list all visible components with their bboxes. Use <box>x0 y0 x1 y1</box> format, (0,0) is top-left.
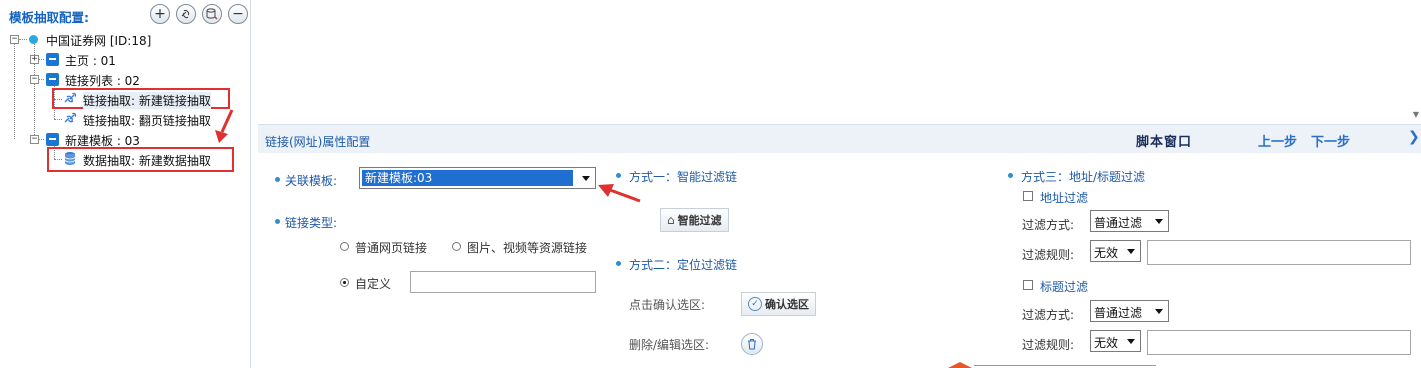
confirm-region-btn-label: 确认选区 <box>765 298 809 311</box>
title-filter-rule-value: 无效 <box>1094 336 1119 350</box>
radio-custom[interactable] <box>340 278 349 287</box>
add-link-extract-button[interactable] <box>176 4 196 24</box>
confirm-region-label: 点击确认选区: <box>629 298 706 312</box>
bullet-icon <box>616 173 621 178</box>
chevron-down-icon <box>582 176 590 181</box>
check-icon: ✓ <box>748 297 762 311</box>
tree-node-page-link-extract[interactable]: 链接抽取: 翻页链接抽取 <box>83 112 211 129</box>
link-attribute-form: 关联模板: 新建模板:03 链接类型: 普通网页链接 图片、视频等资源链接 自定… <box>258 153 1421 368</box>
collapse-chevron-icon[interactable]: ❯ <box>1408 129 1420 145</box>
section-header: 链接(网址)属性配置 脚本窗口 上一步 下一步 ❯ <box>258 124 1421 153</box>
title-filter-mode-label: 过滤方式: <box>1022 308 1075 322</box>
assoc-template-value: 新建模板:03 <box>362 170 573 186</box>
link-type-label: 链接类型: <box>285 216 338 230</box>
tree-node-new-data-extract[interactable]: 数据抽取: 新建数据抽取 <box>83 152 211 169</box>
address-filter-rule-select[interactable]: 无效 <box>1090 240 1141 262</box>
tree-node-link-list[interactable]: 链接列表 : 02 <box>65 72 140 89</box>
page-icon <box>46 73 59 86</box>
link-icon <box>64 112 77 123</box>
title-filter-label: 标题过滤 <box>1040 280 1089 294</box>
radio-normal-link-label: 普通网页链接 <box>355 241 428 255</box>
script-window-button[interactable]: 脚本窗口 <box>1136 131 1192 150</box>
address-filter-checkbox[interactable] <box>1023 191 1033 201</box>
annotation-arrow-icon <box>948 362 972 368</box>
chevron-down-icon <box>1127 249 1135 254</box>
section-title: 链接(网址)属性配置 <box>265 135 371 149</box>
title-filter-mode-select[interactable]: 普通过滤 <box>1090 300 1169 322</box>
delete-region-button[interactable] <box>741 333 763 355</box>
address-filter-rule-input[interactable] <box>1147 240 1411 265</box>
assoc-template-label: 关联模板: <box>285 174 338 188</box>
next-step-button[interactable]: 下一步 <box>1311 131 1350 150</box>
smart-filter-label: 智能过滤 <box>677 214 722 227</box>
chevron-down-icon <box>1155 309 1163 314</box>
address-filter-label: 地址过滤 <box>1040 191 1089 205</box>
add-node-button[interactable]: + <box>150 4 170 24</box>
radio-custom-label: 自定义 <box>355 277 392 291</box>
database-icon <box>64 152 76 165</box>
smart-filter-button[interactable]: ⌂ 智能过滤 <box>660 208 729 232</box>
title-filter-rule-select[interactable]: 无效 <box>1090 330 1141 352</box>
address-filter-mode-select[interactable]: 普通过滤 <box>1090 210 1169 232</box>
add-data-extract-button[interactable] <box>202 4 222 24</box>
tree-collapse-toggle[interactable]: − <box>30 75 39 84</box>
database-add-icon <box>206 8 218 20</box>
tree-collapse-toggle[interactable]: − <box>30 135 39 144</box>
tree-root[interactable]: 中国证券网 [ID:18] <box>46 32 151 49</box>
tree-collapse-toggle[interactable]: − <box>10 35 19 44</box>
preview-area: ▼ <box>251 0 1421 123</box>
address-filter-mode-value: 普通过滤 <box>1094 216 1143 230</box>
page-icon <box>46 53 59 66</box>
trash-icon <box>748 339 756 350</box>
confirm-region-button[interactable]: ✓ 确认选区 <box>741 292 816 316</box>
home-icon: ⌂ <box>667 213 675 227</box>
radio-resource-link[interactable] <box>452 242 461 251</box>
tree-node-home[interactable]: 主页 : 01 <box>65 52 116 69</box>
assoc-template-select[interactable]: 新建模板:03 <box>359 167 596 189</box>
address-filter-rule-label: 过滤规则: <box>1022 248 1075 262</box>
prev-step-button[interactable]: 上一步 <box>1258 131 1297 150</box>
title-filter-rule-input[interactable] <box>1147 330 1411 355</box>
title-filter-rule-label: 过滤规则: <box>1022 338 1075 352</box>
minus-icon: − <box>232 6 244 22</box>
radio-normal-link[interactable] <box>340 242 349 251</box>
bullet-icon <box>616 261 621 266</box>
divider <box>974 365 1156 366</box>
page-icon <box>46 133 59 146</box>
title-filter-mode-value: 普通过滤 <box>1094 306 1143 320</box>
address-filter-rule-value: 无效 <box>1094 246 1119 260</box>
method2-label: 方式二：定位过滤链 <box>629 258 738 272</box>
method1-label: 方式一：智能过滤链 <box>629 170 738 184</box>
plus-icon: + <box>154 6 166 22</box>
bullet-icon <box>275 177 280 182</box>
title-filter-checkbox[interactable] <box>1023 280 1033 290</box>
scroll-down-icon[interactable]: ▼ <box>1413 110 1419 119</box>
chevron-down-icon <box>1155 219 1163 224</box>
panel-title: 模板抽取配置: <box>9 10 89 25</box>
annotation-arrow-icon <box>215 109 234 143</box>
remove-node-button[interactable]: − <box>228 4 248 24</box>
chevron-down-icon <box>1127 339 1135 344</box>
radio-resource-link-label: 图片、视频等资源链接 <box>467 241 588 255</box>
method3-label: 方式三：地址/标题过滤 <box>1021 170 1146 184</box>
tree-node-new-link-extract[interactable]: 链接抽取: 新建链接抽取 <box>83 92 211 109</box>
address-filter-mode-label: 过滤方式: <box>1022 218 1075 232</box>
bullet-icon <box>275 219 280 224</box>
tree-expand-toggle[interactable]: + <box>30 55 39 64</box>
link-icon <box>64 92 77 103</box>
site-icon <box>29 35 38 44</box>
link-add-icon <box>181 9 190 19</box>
template-config-panel: 模板抽取配置: + − − 中国证券网 [ID:18] + 主页 : 01 − … <box>0 0 251 368</box>
bullet-icon <box>1008 173 1013 178</box>
custom-link-input[interactable] <box>410 271 596 293</box>
delete-edit-label: 删除/编辑选区: <box>629 338 710 352</box>
